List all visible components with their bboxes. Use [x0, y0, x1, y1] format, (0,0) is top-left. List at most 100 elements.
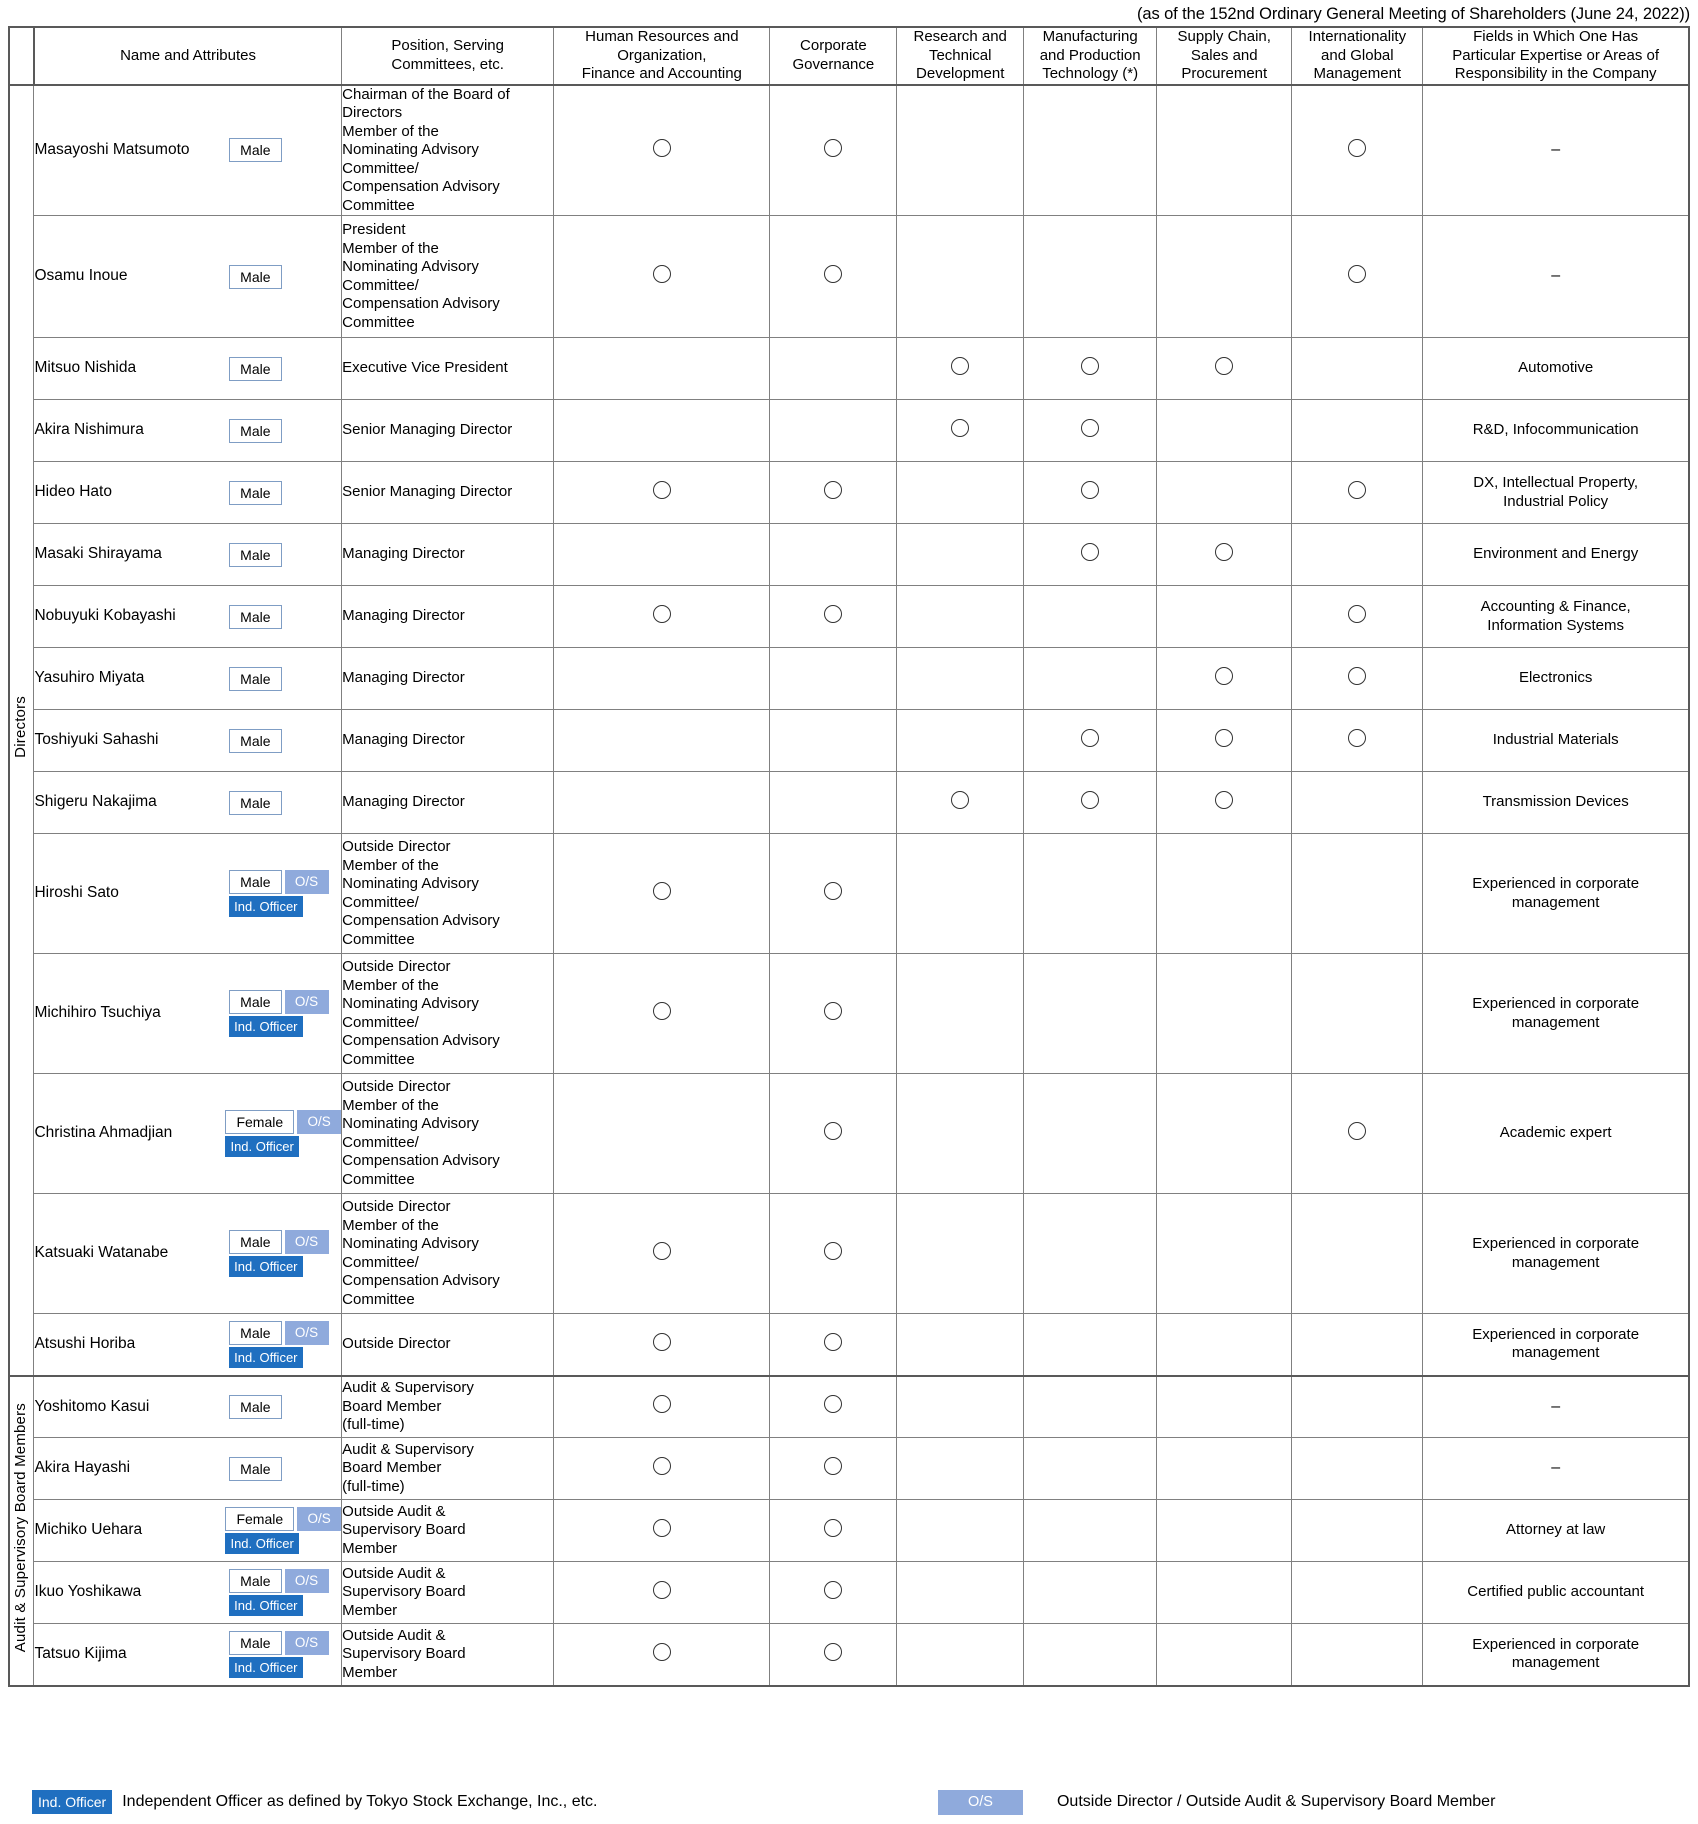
member-fields-cell: Experienced in corporate management — [1422, 953, 1690, 1074]
member-name: Michihiro Tsuchiya — [34, 1004, 161, 1022]
skill-manufacturing-cell — [1023, 1313, 1158, 1376]
skill-supply-chain-cell — [1156, 523, 1293, 586]
skill-hr-finance-cell — [553, 647, 771, 710]
group-label-directors: Directors — [8, 83, 35, 1376]
skill-hr-finance-cell — [553, 1193, 771, 1314]
circle-mark-icon — [824, 1395, 843, 1413]
header-ig-line1: Internationality — [1308, 28, 1407, 45]
position-line: Nominating Advisory — [342, 1235, 479, 1252]
member-fields-cell: Transmission Devices — [1422, 771, 1690, 834]
member-badges: Male — [229, 356, 341, 381]
header-mf-line3: Technology (*) — [1042, 65, 1139, 82]
fields-line: – — [1551, 1397, 1561, 1415]
skill-research-development-cell — [896, 1623, 1025, 1687]
table-row: Hideo Hato Male Senior Managing Director DX… — [9, 461, 1690, 524]
gender-badge: Male — [229, 1394, 282, 1419]
skill-manufacturing-cell — [1023, 83, 1158, 216]
member-name: Masaki Shirayama — [34, 545, 162, 563]
legend-outside-officer: O/S Outside Director / Outside Audit & S… — [938, 1790, 1495, 1815]
skill-corporate-governance-cell — [769, 833, 898, 954]
member-name: Tatsuo Kijima — [34, 1645, 127, 1662]
badge-row-primary: Male — [229, 418, 282, 443]
table-row: Masaki Shirayama Male Managing Director Env… — [9, 523, 1690, 586]
skill-corporate-governance-cell — [769, 1374, 898, 1438]
badge-row-primary: Male — [229, 356, 282, 381]
skill-corporate-governance-cell — [769, 1073, 898, 1194]
position-line: Nominating Advisory — [342, 1115, 479, 1132]
table-row: Nobuyuki Kobayashi Male Managing Director A… — [9, 585, 1690, 648]
table-row: Shigeru Nakajima Male Managing Director Tra… — [9, 771, 1690, 834]
member-fields-cell: Certified public accountant — [1422, 1561, 1690, 1624]
header-sc-line1: Supply Chain, — [1177, 28, 1271, 45]
header-sc-line2: Sales and — [1190, 46, 1258, 64]
circle-mark-icon — [824, 1332, 843, 1351]
position-line: Committee/ — [342, 1253, 419, 1271]
skill-research-development-cell — [896, 83, 1025, 216]
member-fields-cell: Industrial Materials — [1422, 709, 1690, 772]
member-name-cell: Yasuhiro Miyata Male — [33, 647, 343, 710]
header-hr-line2: Organization, — [617, 46, 707, 64]
member-fields-cell: Experienced in corporate management — [1422, 1313, 1690, 1376]
gender-badge: Male — [229, 870, 282, 894]
member-name-cell: Michiko Uehara Female O/S Ind. Officer — [33, 1499, 343, 1562]
circle-mark-icon — [1081, 790, 1100, 809]
position-line: Audit & Supervisory — [342, 1440, 474, 1458]
member-fields-cell: – — [1422, 1437, 1690, 1500]
circle-mark-icon — [1348, 138, 1367, 157]
member-fields-cell: DX, Intellectual Property, Industrial Pol… — [1422, 461, 1690, 524]
badge-row-primary: Male — [229, 138, 282, 163]
table-row: Akira Hayashi Male Audit & Supervisory Boar… — [9, 1437, 1690, 1500]
skill-internationality-cell — [1291, 399, 1424, 462]
member-name: Ikuo Yoshikawa — [34, 1583, 142, 1601]
skill-corporate-governance-cell — [769, 585, 898, 648]
fields-line: management — [1511, 1013, 1600, 1031]
skill-hr-finance-cell — [553, 523, 771, 586]
badge-row-primary: Male O/S — [229, 870, 329, 894]
skill-manufacturing-cell — [1023, 1623, 1158, 1687]
circle-mark-icon — [1081, 480, 1100, 499]
member-badges: Male — [229, 604, 341, 629]
table-row: Christina Ahmadjian Female O/S Ind. Officer… — [9, 1073, 1690, 1194]
skill-hr-finance-cell — [553, 1313, 771, 1376]
member-name: Masayoshi Matsumoto — [34, 141, 190, 158]
badge-row-primary: Female O/S — [225, 1110, 342, 1134]
circle-mark-icon — [1348, 480, 1367, 499]
skill-corporate-governance-cell — [769, 215, 898, 338]
member-fields-cell: Accounting & Finance, Information Systems — [1422, 585, 1690, 648]
position-line: Nominating Advisory — [342, 995, 479, 1012]
member-name-cell: Christina Ahmadjian Female O/S Ind. Officer — [33, 1073, 343, 1194]
skill-supply-chain-cell — [1156, 337, 1293, 400]
skill-hr-finance-cell — [553, 709, 771, 772]
member-badges: Male — [229, 728, 341, 753]
member-position-cell: Outside Director Member of the Nominating … — [341, 953, 555, 1074]
skill-internationality-cell — [1291, 833, 1424, 954]
skill-research-development-cell — [896, 1073, 1025, 1194]
circle-mark-icon — [1081, 418, 1100, 437]
fields-line: Attorney at law — [1506, 1521, 1606, 1539]
skill-hr-finance-cell — [553, 585, 771, 648]
skill-internationality-cell — [1291, 1561, 1424, 1624]
position-line: (full-time) — [342, 1477, 405, 1495]
circle-mark-icon — [1215, 356, 1234, 375]
member-position-cell: Outside Audit & Supervisory Board Member — [341, 1499, 555, 1562]
header-supply-chain: Supply Chain, Sales and Procurement — [1156, 26, 1293, 85]
member-name: Osamu Inoue — [34, 267, 128, 285]
member-name-cell: Atsushi Horiba Male O/S Ind. Officer — [33, 1313, 343, 1376]
badge-row-secondary: Ind. Officer — [229, 1346, 303, 1368]
gender-badge: Male — [229, 1320, 282, 1345]
member-badges: Male O/S Ind. Officer — [229, 1230, 341, 1277]
member-name-cell: Tatsuo Kijima Male O/S Ind. Officer — [33, 1623, 343, 1687]
table-row: Osamu Inoue Male President Member of the Nom… — [9, 215, 1690, 338]
member-name: Akira Hayashi — [34, 1459, 131, 1477]
member-position-cell: Outside Director — [341, 1313, 555, 1376]
skill-manufacturing-cell — [1023, 1073, 1158, 1194]
skill-corporate-governance-cell — [769, 1437, 898, 1500]
skill-corporate-governance-cell — [769, 1623, 898, 1687]
fields-line: Experienced in corporate — [1472, 1635, 1640, 1653]
fields-line: – — [1551, 267, 1561, 285]
position-line: Member of the — [342, 122, 439, 140]
header-fields: Fields in Which One Has Particular Exper… — [1422, 26, 1691, 85]
position-line: Board Member — [342, 1397, 442, 1415]
circle-mark-icon — [824, 480, 843, 499]
member-fields-cell: – — [1422, 1374, 1690, 1438]
